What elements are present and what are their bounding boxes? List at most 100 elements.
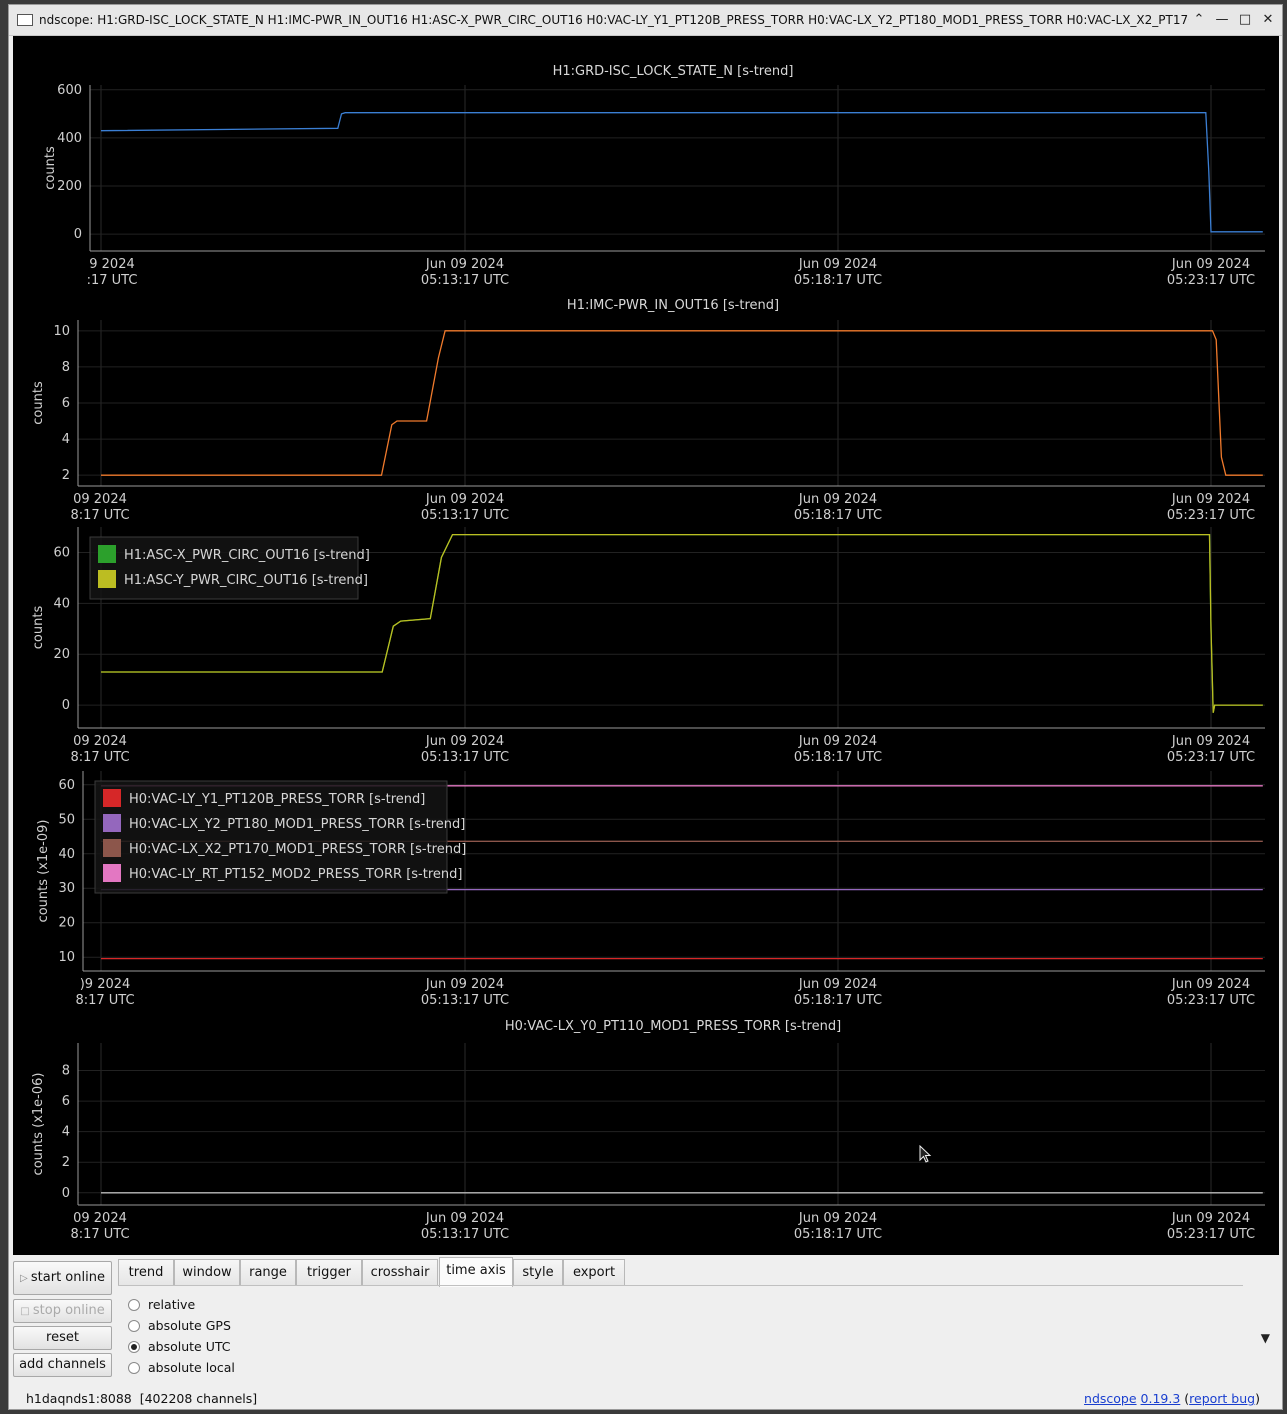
- x-tick-time: 8:17 UTC: [70, 508, 129, 523]
- plot-panel-2[interactable]: 10864209 20248:17 UTCJun 09 202405:13:17…: [31, 298, 1265, 523]
- tab-window[interactable]: window: [174, 1259, 240, 1285]
- y-tick-label: 200: [57, 179, 82, 194]
- plot-panel-3[interactable]: 604020009 20248:17 UTCJun 09 202405:13:1…: [31, 527, 1265, 765]
- x-tick-time: 8:17 UTC: [70, 1227, 129, 1242]
- x-tick-time: 05:18:17 UTC: [794, 750, 882, 765]
- y-tick-label: 60: [53, 545, 70, 560]
- report-bug-link[interactable]: report bug: [1189, 1391, 1255, 1406]
- y-tick-label: 6: [62, 1094, 70, 1109]
- tab-trend[interactable]: trend: [118, 1259, 174, 1285]
- radio-absolute-local[interactable]: absolute local: [128, 1359, 235, 1377]
- reset-button[interactable]: reset: [13, 1326, 112, 1350]
- tab-time-axis[interactable]: time axis: [439, 1257, 513, 1287]
- y-tick-label: 40: [53, 596, 70, 611]
- x-tick-date: 09 2024: [73, 1211, 127, 1226]
- y-tick-label: 8: [62, 360, 70, 375]
- tab-divider: [118, 1285, 1243, 1286]
- server-address: h1daqnds1:8088: [26, 1391, 132, 1406]
- y-tick-label: 600: [57, 83, 82, 98]
- ndscope-link[interactable]: ndscope: [1084, 1391, 1137, 1406]
- x-tick-date: 9 2024: [89, 257, 135, 272]
- version-link[interactable]: 0.19.3: [1141, 1391, 1181, 1406]
- x-tick-time: 05:13:17 UTC: [421, 273, 509, 288]
- legend-label: H1:ASC-X_PWR_CIRC_OUT16 [s-trend]: [124, 548, 370, 563]
- mouse-cursor-icon: [919, 1145, 932, 1163]
- legend-label: H0:VAC-LY_RT_PT152_MOD2_PRESS_TORR [s-tr…: [129, 867, 462, 882]
- version-info: ndscope 0.19.3 (report bug): [1084, 1391, 1260, 1406]
- keep-above-button[interactable]: ⌃: [1190, 11, 1208, 29]
- stop-online-label: stop online: [32, 1303, 105, 1318]
- y-tick-label: 20: [58, 916, 75, 931]
- y-tick-label: 10: [53, 324, 70, 339]
- maximize-button[interactable]: □: [1236, 11, 1254, 29]
- radio-circle-selected: [128, 1340, 140, 1353]
- x-tick-date: Jun 09 2024: [798, 492, 877, 507]
- tab-range[interactable]: range: [240, 1259, 296, 1285]
- tab-export[interactable]: export: [563, 1259, 625, 1285]
- plot-area[interactable]: 600 400 200 0 9 2024:17 UTC Jun 09 2024 05:13:…: [13, 36, 1279, 1255]
- y-axis-label: counts (x1e-09): [36, 820, 51, 923]
- radio-label: absolute local: [148, 1360, 235, 1375]
- x-tick-date: Jun 09 2024: [1171, 257, 1250, 272]
- radio-label: relative: [148, 1297, 196, 1312]
- radio-absolute-gps[interactable]: absolute GPS: [128, 1317, 231, 1335]
- legend-label: H0:VAC-LY_Y1_PT120B_PRESS_TORR [s-trend]: [129, 792, 425, 807]
- x-tick-date: Jun 09 2024: [1171, 977, 1250, 992]
- add-channels-button[interactable]: add channels: [13, 1353, 112, 1377]
- x-tick-time: :17 UTC: [87, 273, 138, 288]
- tab-style[interactable]: style: [513, 1259, 563, 1285]
- legend-swatch: [98, 545, 116, 563]
- x-tick-time: 05:23:17 UTC: [1167, 1227, 1255, 1242]
- x-tick-time: 05:13:17 UTC: [421, 1227, 509, 1242]
- radio-relative[interactable]: relative: [128, 1296, 195, 1314]
- y-tick-label: 10: [58, 950, 75, 965]
- tab-crosshair[interactable]: crosshair: [362, 1259, 438, 1285]
- tab-trigger[interactable]: trigger: [296, 1259, 362, 1285]
- close-button[interactable]: ✕: [1259, 11, 1277, 29]
- x-tick-date: 09 2024: [73, 492, 127, 507]
- radio-absolute-utc[interactable]: absolute UTC: [128, 1338, 231, 1356]
- control-panel: ▷ start online □ stop online reset add c…: [9, 1255, 1282, 1409]
- x-tick-time: 05:13:17 UTC: [421, 750, 509, 765]
- y-tick-label: 8: [62, 1064, 70, 1079]
- x-tick-time: 05:23:17 UTC: [1167, 273, 1255, 288]
- ndscope-window: ndscope: H1:GRD-ISC_LOCK_STATE_N H1:IMC-…: [8, 4, 1283, 1410]
- collapse-panel-icon[interactable]: ▼: [1261, 1331, 1270, 1345]
- x-tick-date: )9 2024: [80, 977, 131, 992]
- x-tick-date: Jun 09 2024: [1171, 492, 1250, 507]
- x-tick-time: 05:23:17 UTC: [1167, 993, 1255, 1008]
- x-tick-date: Jun 09 2024: [798, 977, 877, 992]
- stop-online-button[interactable]: □ stop online: [13, 1299, 112, 1323]
- y-tick-label: 4: [62, 432, 70, 447]
- x-tick-date: Jun 09 2024: [798, 1211, 877, 1226]
- y-tick-label: 0: [62, 1186, 70, 1201]
- x-tick-date: Jun 09 2024: [1171, 1211, 1250, 1226]
- legend-box: [89, 536, 359, 600]
- legend-label: H0:VAC-LX_X2_PT170_MOD1_PRESS_TORR [s-tr…: [129, 842, 466, 857]
- x-tick-time: 05:18:17 UTC: [794, 1227, 882, 1242]
- stop-icon: □: [20, 1306, 33, 1317]
- play-icon: ▷: [20, 1273, 31, 1284]
- radio-circle: [128, 1319, 140, 1332]
- legend-swatch: [103, 789, 121, 807]
- x-tick-date: Jun 09 2024: [425, 1211, 504, 1226]
- x-tick-time: 05:18:17 UTC: [794, 273, 882, 288]
- plot-panel-5[interactable]: 8642009 20248:17 UTCJun 09 202405:13:17 …: [31, 1019, 1265, 1242]
- radio-circle: [128, 1361, 140, 1374]
- start-online-button[interactable]: ▷ start online: [13, 1261, 112, 1295]
- x-tick-date: Jun 09 2024: [1171, 734, 1250, 749]
- minimize-button[interactable]: —: [1213, 11, 1231, 29]
- title-bar[interactable]: ndscope: H1:GRD-ISC_LOCK_STATE_N H1:IMC-…: [9, 5, 1282, 36]
- y-tick-label: 0: [74, 227, 82, 242]
- y-tick-label: 400: [57, 131, 82, 146]
- x-tick-date: Jun 09 2024: [798, 734, 877, 749]
- legend-swatch: [103, 864, 121, 882]
- plot-panel-4[interactable]: 605040302010)9 20248:17 UTCJun 09 202405…: [36, 771, 1265, 1008]
- plot-title: H1:GRD-ISC_LOCK_STATE_N [s-trend]: [553, 64, 794, 79]
- plots-canvas[interactable]: 60040020009 2024:17 UTCJun 09 202405:13:…: [13, 36, 1279, 1255]
- legend-swatch: [103, 839, 121, 857]
- plot-title: H1:IMC-PWR_IN_OUT16 [s-trend]: [567, 298, 779, 313]
- plot-panel-1[interactable]: 600 400 200 0 9 2024:17 UTC Jun 09 2024 05:13:…: [43, 64, 1265, 288]
- y-tick-label: 20: [53, 647, 70, 662]
- x-tick-time: 8:17 UTC: [75, 993, 134, 1008]
